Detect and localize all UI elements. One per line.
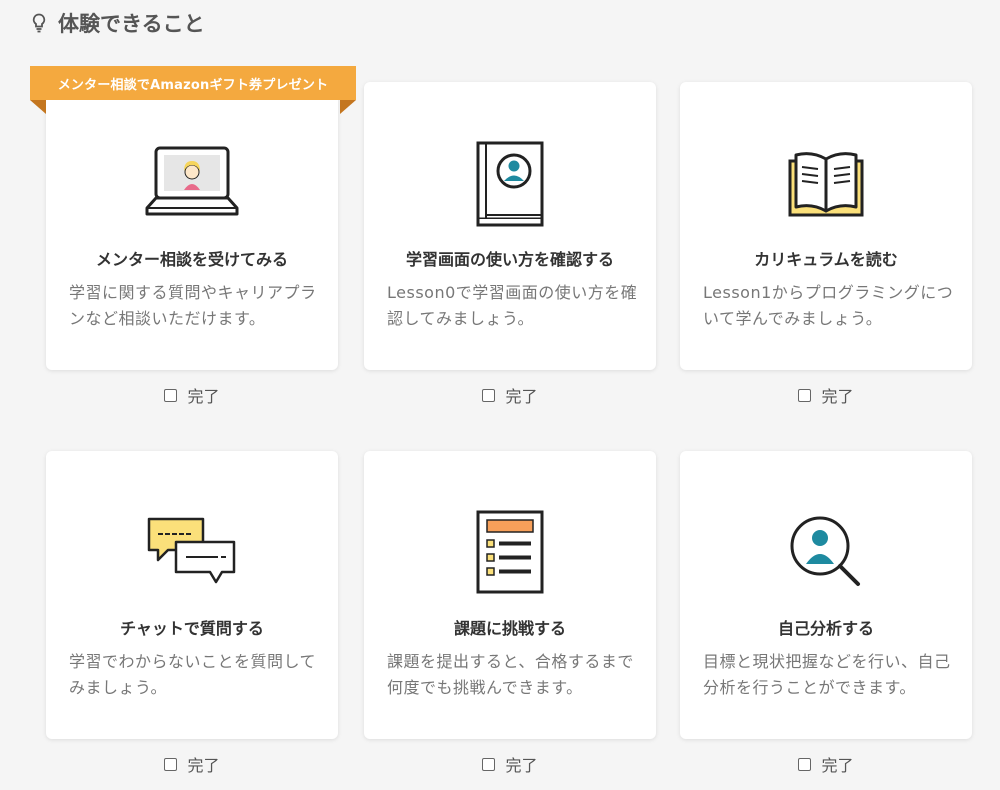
done-label: 完了 bbox=[505, 756, 538, 775]
done-label: 完了 bbox=[187, 756, 220, 775]
card-mentor-consult[interactable]: メンター相談を受けてみる 学習に関する質問やキャリアプランなど相談いただけます。 bbox=[46, 82, 338, 370]
promo-ribbon-label: メンター相談でAmazonギフト券プレゼント bbox=[30, 66, 356, 100]
card-title: チャットで質問する bbox=[120, 619, 264, 638]
card-self-analysis[interactable]: 自己分析する 目標と現状把握などを行い、自己分析を行うことができます。 bbox=[680, 451, 972, 739]
checkbox-icon[interactable] bbox=[482, 388, 496, 402]
done-checkbox-assignment[interactable]: 完了 bbox=[364, 752, 656, 776]
card-description: 目標と現状把握などを行い、自己分析を行うことができます。 bbox=[703, 652, 951, 697]
done-checkbox-chat-question[interactable]: 完了 bbox=[46, 752, 338, 776]
lightbulb-icon bbox=[32, 11, 50, 35]
card-title: メンター相談を受けてみる bbox=[95, 250, 288, 269]
checkbox-icon[interactable] bbox=[164, 388, 178, 402]
open-book-icon bbox=[680, 134, 972, 232]
page: 体験できること メンター相談でAmazonギフト券プレゼント メンター相談を受け… bbox=[0, 0, 1000, 790]
card-description: 学習に関する質問やキャリアプランなど相談いただけます。 bbox=[69, 283, 317, 328]
checklist-icon bbox=[364, 503, 656, 601]
card-description: 課題を提出すると、合格するまで何度でも挑戦んできます。 bbox=[387, 652, 634, 697]
done-checkbox-learning-screen[interactable]: 完了 bbox=[364, 383, 656, 407]
card-assignment[interactable]: 課題に挑戦する 課題を提出すると、合格するまで何度でも挑戦んできます。 bbox=[364, 451, 656, 739]
card-chat-question[interactable]: チャットで質問する 学習でわからないことを質問してみましょう。 bbox=[46, 451, 338, 739]
done-label: 完了 bbox=[505, 387, 538, 406]
card-learning-screen[interactable]: 学習画面の使い方を確認する Lesson0で学習画面の使い方を確認してみましょう… bbox=[364, 82, 656, 370]
checkbox-icon[interactable] bbox=[482, 757, 496, 771]
section-title: 体験できること bbox=[58, 12, 205, 36]
checkbox-icon[interactable] bbox=[164, 757, 178, 771]
done-label: 完了 bbox=[821, 756, 854, 775]
card-description: 学習でわからないことを質問してみましょう。 bbox=[69, 652, 317, 697]
card-title: 自己分析する bbox=[777, 619, 874, 638]
checkbox-icon[interactable] bbox=[798, 757, 812, 771]
done-checkbox-self-analysis[interactable]: 完了 bbox=[680, 752, 972, 776]
card-title: 課題に挑戦する bbox=[453, 619, 566, 638]
ribbon-fold-left bbox=[30, 100, 46, 114]
card-read-curriculum[interactable]: カリキュラムを読む Lesson1からプログラミングについて学んでみましょう。 bbox=[680, 82, 972, 370]
card-description: Lesson0で学習画面の使い方を確認してみましょう。 bbox=[387, 283, 638, 328]
checkbox-icon[interactable] bbox=[798, 388, 812, 402]
done-checkbox-read-curriculum[interactable]: 完了 bbox=[680, 383, 972, 407]
laptop-mentor-icon bbox=[46, 134, 338, 232]
chat-bubbles-icon bbox=[46, 503, 338, 601]
card-description: Lesson1からプログラミングについて学んでみましょう。 bbox=[703, 283, 954, 328]
done-label: 完了 bbox=[187, 387, 220, 406]
section-heading: 体験できること bbox=[32, 8, 205, 38]
done-checkbox-mentor-consult[interactable]: 完了 bbox=[46, 383, 338, 407]
ribbon-fold-right bbox=[340, 100, 356, 114]
card-title: カリキュラムを読む bbox=[754, 250, 898, 269]
card-title: 学習画面の使い方を確認する bbox=[405, 250, 614, 269]
promo-ribbon: メンター相談でAmazonギフト券プレゼント bbox=[30, 66, 356, 114]
done-label: 完了 bbox=[821, 387, 854, 406]
magnifier-person-icon bbox=[680, 503, 972, 601]
book-profile-icon bbox=[364, 134, 656, 232]
